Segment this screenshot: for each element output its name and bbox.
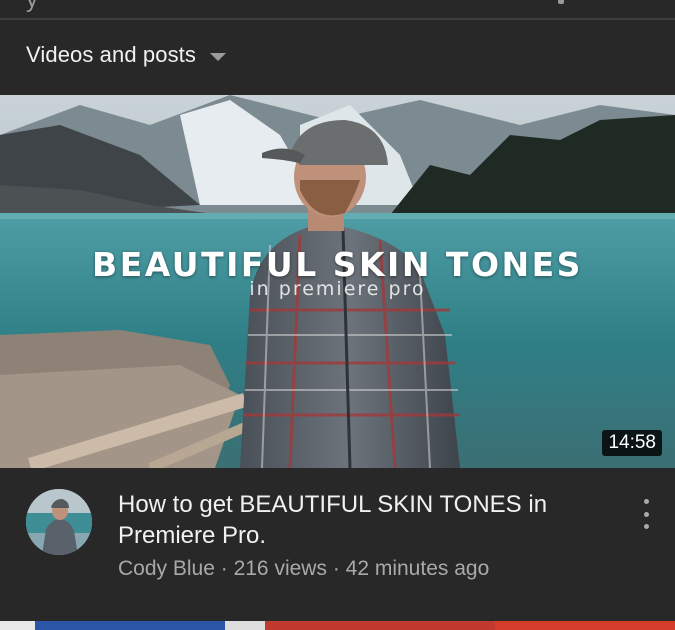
section-divider	[0, 18, 675, 20]
avatar-image	[26, 489, 92, 555]
cut-off-glyph	[558, 0, 564, 4]
filter-label: Videos and posts	[26, 42, 196, 67]
video-metadata: Cody Blue · 216 views · 42 minutes ago	[118, 557, 489, 581]
more-vert-icon[interactable]	[636, 499, 656, 529]
channel-avatar[interactable]	[26, 489, 92, 555]
previous-section-edge: y	[0, 0, 675, 18]
video-title[interactable]: How to get BEAUTIFUL SKIN TONES in Premi…	[118, 489, 598, 551]
kebab-dot	[643, 524, 649, 529]
strip-segment	[265, 621, 495, 630]
kebab-dot	[643, 499, 649, 504]
cut-off-text: y	[26, 0, 38, 14]
channel-videos-page: y Videos and posts	[0, 0, 675, 630]
strip-segment	[225, 621, 265, 630]
meta-separator: ·	[332, 557, 340, 580]
videos-filter-dropdown[interactable]: Videos and posts	[26, 38, 226, 72]
kebab-dot	[643, 511, 649, 517]
video-thumbnail[interactable]: BEAUTIFUL SKIN TONES in premiere pro 14:…	[0, 95, 675, 468]
next-video-thumbnail-edge	[0, 621, 675, 630]
channel-name[interactable]: Cody Blue	[118, 557, 215, 580]
thumbnail-subtitle-text: in premiere pro	[249, 278, 426, 300]
meta-separator: ·	[220, 557, 228, 580]
duration-badge: 14:58	[602, 430, 662, 456]
strip-segment	[35, 621, 225, 630]
view-count: 216 views	[233, 557, 327, 580]
dropdown-caret-icon	[209, 52, 226, 61]
strip-segment	[0, 621, 35, 630]
upload-age: 42 minutes ago	[345, 557, 490, 580]
strip-segment	[495, 621, 675, 630]
